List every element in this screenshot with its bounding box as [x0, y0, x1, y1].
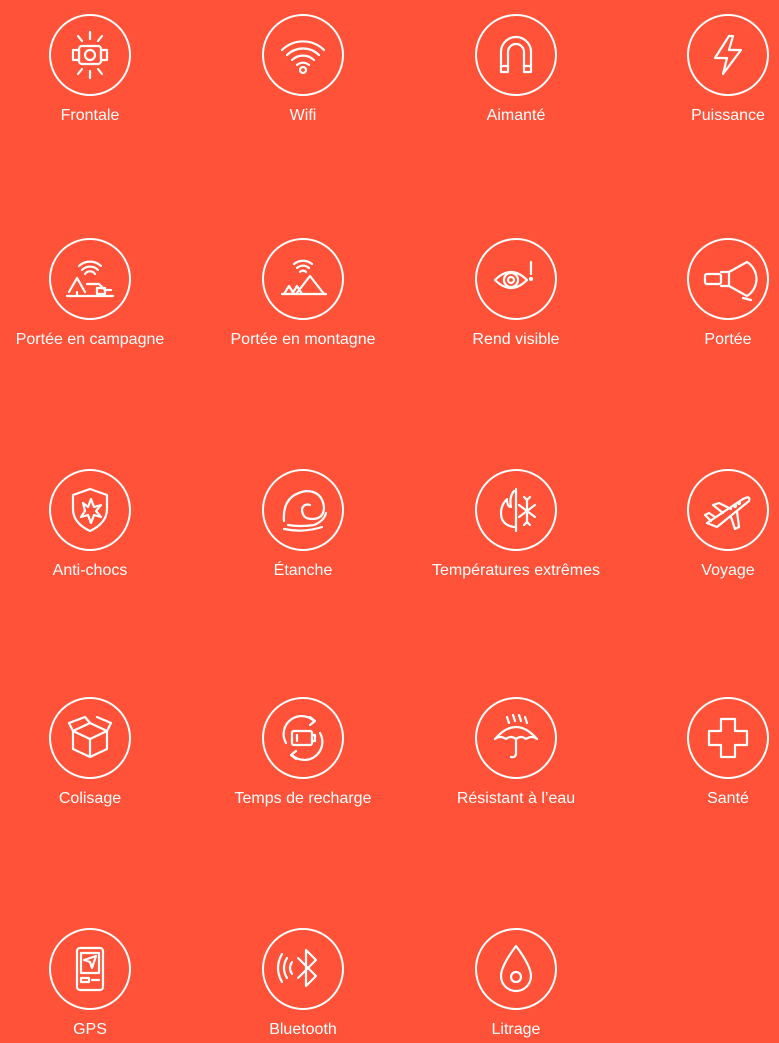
- feature-label: Températures extrêmes: [431, 562, 601, 579]
- feature-item: Colisage: [0, 697, 190, 809]
- flashlight-beam-icon: [687, 238, 769, 320]
- feature-label: Aimanté: [486, 107, 546, 124]
- feature-item: Anti-chocs: [0, 469, 190, 581]
- feature-item: Aimanté: [416, 14, 616, 126]
- shockproof-shield-icon: [49, 469, 131, 551]
- feature-label: Étanche: [273, 562, 333, 579]
- magnet-icon: [475, 14, 557, 96]
- feature-item: Wifi: [203, 14, 403, 126]
- water-drop-icon: [475, 928, 557, 1010]
- feature-label: Frontale: [60, 107, 120, 124]
- feature-item: Températures extrêmes: [416, 469, 616, 581]
- wave-icon: [262, 469, 344, 551]
- feature-label: GPS: [73, 1021, 107, 1038]
- feature-item: Puissance: [628, 14, 779, 126]
- wifi-icon: [262, 14, 344, 96]
- feature-item: Rend visible: [416, 238, 616, 350]
- feature-item: Résistant à l’eau: [416, 697, 616, 809]
- feature-item: Portée en campagne: [0, 238, 190, 350]
- feature-item: GPS: [0, 928, 190, 1040]
- feature-item: Portée: [628, 238, 779, 350]
- airplane-icon: [687, 469, 769, 551]
- gps-device-icon: [49, 928, 131, 1010]
- box-icon: [49, 697, 131, 779]
- feature-label: Bluetooth: [269, 1021, 337, 1038]
- feature-item: Litrage: [416, 928, 616, 1040]
- headlamp-icon: [49, 14, 131, 96]
- feature-label: Rend visible: [472, 331, 560, 348]
- feature-label: Portée en campagne: [15, 331, 165, 348]
- feature-label: Colisage: [58, 790, 122, 807]
- feature-item: Voyage: [628, 469, 779, 581]
- bluetooth-icon: [262, 928, 344, 1010]
- lightning-icon: [687, 14, 769, 96]
- feature-item: Santé: [628, 697, 779, 809]
- health-cross-icon: [687, 697, 769, 779]
- feature-item: Temps de recharge: [203, 697, 403, 809]
- feature-label: Wifi: [289, 107, 317, 124]
- mountain-range-icon: [262, 238, 344, 320]
- feature-label: Résistant à l’eau: [456, 790, 576, 807]
- feature-item: Portée en montagne: [203, 238, 403, 350]
- feature-label: Puissance: [691, 107, 765, 124]
- eye-visibility-icon: [475, 238, 557, 320]
- feature-item: Étanche: [203, 469, 403, 581]
- feature-label: Portée en montagne: [230, 331, 376, 348]
- umbrella-rain-icon: [475, 697, 557, 779]
- feature-label: Portée: [704, 331, 752, 348]
- feature-label: Anti-chocs: [52, 562, 128, 579]
- feature-label: Litrage: [491, 1021, 541, 1038]
- feature-item: Frontale: [0, 14, 190, 126]
- recharge-battery-icon: [262, 697, 344, 779]
- feature-label: Santé: [707, 790, 749, 807]
- fire-snow-icon: [475, 469, 557, 551]
- feature-label: Temps de recharge: [234, 790, 372, 807]
- feature-item: Bluetooth: [203, 928, 403, 1040]
- feature-label: Voyage: [701, 562, 755, 579]
- countryside-range-icon: [49, 238, 131, 320]
